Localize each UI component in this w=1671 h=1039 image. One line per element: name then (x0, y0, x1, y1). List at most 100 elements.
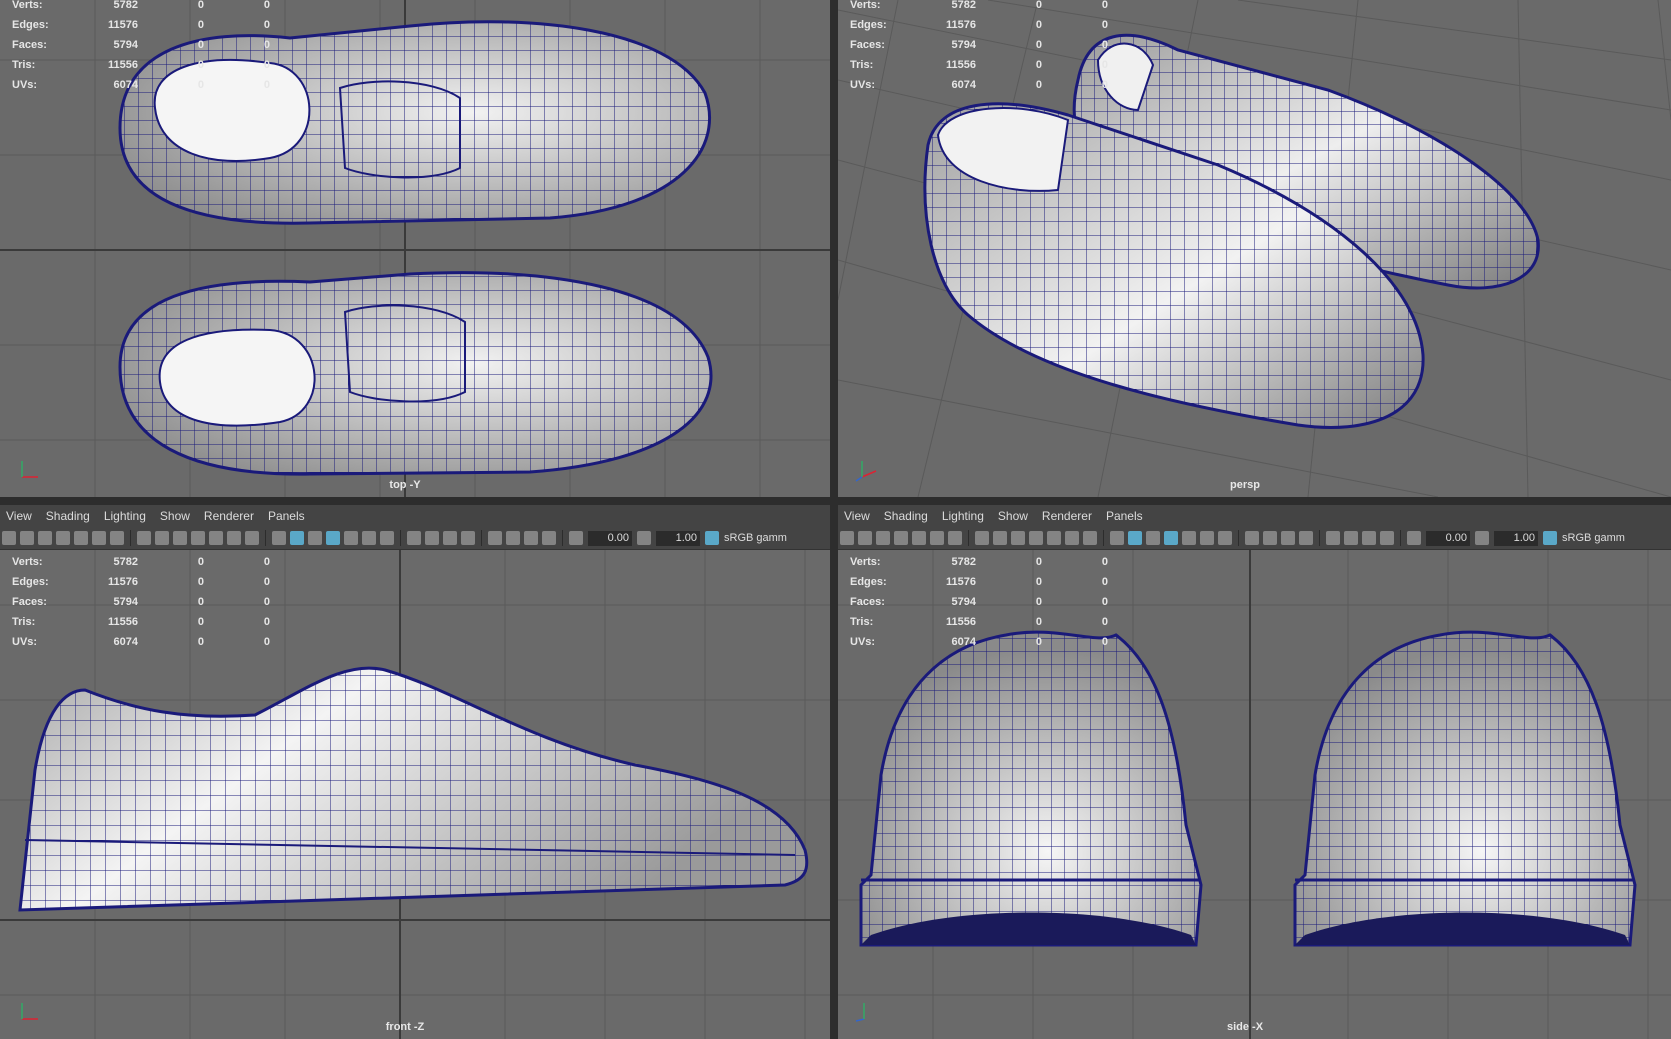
pane-divider-vertical[interactable] (830, 0, 838, 1039)
smooth-shade-icon[interactable] (290, 531, 304, 545)
default-material-icon[interactable] (1146, 531, 1160, 545)
use-lights-icon[interactable] (1200, 531, 1214, 545)
paint-icon[interactable] (110, 531, 124, 545)
color-space-select[interactable]: sRGB gamm (724, 532, 787, 544)
smooth-shade-icon[interactable] (1128, 531, 1142, 545)
resolution-gate-icon[interactable] (173, 531, 187, 545)
menu-shading[interactable]: Shading (878, 509, 934, 523)
xray-joints-icon[interactable] (524, 531, 538, 545)
motion-blur-icon[interactable] (1263, 531, 1277, 545)
wireframe-on-shaded-icon[interactable] (1164, 531, 1178, 545)
field-chart-icon[interactable] (209, 531, 223, 545)
viewport-side-panel[interactable]: View Shading Lighting Show Renderer Pane… (838, 505, 1671, 1039)
gamma-field[interactable]: 1.00 (1494, 530, 1538, 546)
film-gate-icon[interactable] (155, 531, 169, 545)
safe-title-icon[interactable] (1083, 531, 1097, 545)
safe-action-icon[interactable] (227, 531, 241, 545)
image-plane-icon[interactable] (74, 531, 88, 545)
exposure-field[interactable]: 0.00 (588, 530, 632, 546)
hud-stats: Verts: 5782 0 0 Edges: 11576 0 0 Faces: 5794 0 0 … (850, 0, 1108, 91)
camera-lock-icon[interactable] (858, 531, 872, 545)
wireframe-icon[interactable] (272, 531, 286, 545)
menu-panels[interactable]: Panels (262, 509, 311, 523)
camera-icon[interactable] (840, 531, 854, 545)
xray-joints-icon[interactable] (1362, 531, 1376, 545)
viewport-persp[interactable]: Verts: 5782 0 0 Edges: 11576 0 0 Faces: 5794 0 0 … (838, 0, 1671, 497)
hud-stats: Verts: 5782 0 0 Edges: 11576 0 0 Faces: 5794 0 0 … (850, 556, 1108, 648)
menu-lighting[interactable]: Lighting (936, 509, 990, 523)
gate-mask-icon[interactable] (1029, 531, 1043, 545)
image-plane-icon[interactable] (912, 531, 926, 545)
viewport-side[interactable]: Verts: 5782 0 0 Edges: 11576 0 0 Faces: 5794 0 0 … (838, 550, 1671, 1039)
textured-icon[interactable] (1182, 531, 1196, 545)
multisample-aa-icon[interactable] (1281, 531, 1295, 545)
menu-show[interactable]: Show (992, 509, 1034, 523)
shadows-icon[interactable] (380, 531, 394, 545)
xray-icon[interactable] (1344, 531, 1358, 545)
shadows-icon[interactable] (1218, 531, 1232, 545)
viewport-top[interactable]: Verts: 5782 0 0 Edges: 11576 0 0 Faces: 5794 0 0 … (0, 0, 830, 497)
color-management-icon[interactable] (1543, 531, 1557, 545)
color-management-icon[interactable] (705, 531, 719, 545)
xray-components-icon[interactable] (1380, 531, 1394, 545)
panel-menu-bar: View Shading Lighting Show Renderer Pane… (0, 505, 830, 527)
resolution-gate-icon[interactable] (1011, 531, 1025, 545)
gamma-icon[interactable] (1475, 531, 1489, 545)
depth-of-field-icon[interactable] (1299, 531, 1313, 545)
viewport-front[interactable]: Verts: 5782 0 0 Edges: 11576 0 0 Faces: 5794 0 0 … (0, 550, 830, 1039)
bookmark-icon[interactable] (56, 531, 70, 545)
exposure-icon[interactable] (569, 531, 583, 545)
camera-attr-icon[interactable] (38, 531, 52, 545)
isolate-select-icon[interactable] (488, 531, 502, 545)
film-gate-icon[interactable] (993, 531, 1007, 545)
menu-panels[interactable]: Panels (1100, 509, 1149, 523)
camera-label: persp (1230, 479, 1260, 491)
axis-gizmo-icon (21, 1003, 38, 1020)
camera-label: top -Y (389, 479, 421, 491)
menu-view[interactable]: View (0, 509, 38, 523)
paint-icon[interactable] (948, 531, 962, 545)
exposure-field[interactable]: 0.00 (1426, 530, 1470, 546)
color-space-select[interactable]: sRGB gamm (1562, 532, 1625, 544)
menu-show[interactable]: Show (154, 509, 196, 523)
viewport-top-panel[interactable]: Verts: 5782 0 0 Edges: 11576 0 0 Faces: 5794 0 0 … (0, 0, 830, 497)
grease-pencil-icon[interactable] (930, 531, 944, 545)
menu-shading[interactable]: Shading (40, 509, 96, 523)
screen-space-ao-icon[interactable] (1245, 531, 1259, 545)
viewport-persp-panel[interactable]: Verts: 5782 0 0 Edges: 11576 0 0 Faces: 5794 0 0 … (838, 0, 1671, 497)
camera-attr-icon[interactable] (876, 531, 890, 545)
xray-components-icon[interactable] (542, 531, 556, 545)
xray-icon[interactable] (506, 531, 520, 545)
camera-icon[interactable] (2, 531, 16, 545)
menu-view[interactable]: View (838, 509, 876, 523)
screen-space-ao-icon[interactable] (407, 531, 421, 545)
safe-action-icon[interactable] (1065, 531, 1079, 545)
motion-blur-icon[interactable] (425, 531, 439, 545)
camera-lock-icon[interactable] (20, 531, 34, 545)
camera-label: front -Z (385, 1021, 425, 1033)
safe-title-icon[interactable] (245, 531, 259, 545)
wireframe-on-shaded-icon[interactable] (326, 531, 340, 545)
depth-of-field-icon[interactable] (461, 531, 475, 545)
menu-renderer[interactable]: Renderer (1036, 509, 1098, 523)
wireframe-icon[interactable] (1110, 531, 1124, 545)
exposure-icon[interactable] (1407, 531, 1421, 545)
use-lights-icon[interactable] (362, 531, 376, 545)
isolate-select-icon[interactable] (1326, 531, 1340, 545)
menu-renderer[interactable]: Renderer (198, 509, 260, 523)
hud-stats: Verts: 5782 0 0 Edges: 11576 0 0 Faces: 5794 0 0 … (12, 0, 270, 91)
grid-icon[interactable] (975, 531, 989, 545)
pane-divider-horizontal[interactable] (0, 497, 1671, 505)
field-chart-icon[interactable] (1047, 531, 1061, 545)
gamma-field[interactable]: 1.00 (656, 530, 700, 546)
gate-mask-icon[interactable] (191, 531, 205, 545)
menu-lighting[interactable]: Lighting (98, 509, 152, 523)
gamma-icon[interactable] (637, 531, 651, 545)
textured-icon[interactable] (344, 531, 358, 545)
grease-pencil-icon[interactable] (92, 531, 106, 545)
multisample-aa-icon[interactable] (443, 531, 457, 545)
grid-icon[interactable] (137, 531, 151, 545)
viewport-front-panel[interactable]: View Shading Lighting Show Renderer Pane… (0, 505, 830, 1039)
bookmark-icon[interactable] (894, 531, 908, 545)
default-material-icon[interactable] (308, 531, 322, 545)
